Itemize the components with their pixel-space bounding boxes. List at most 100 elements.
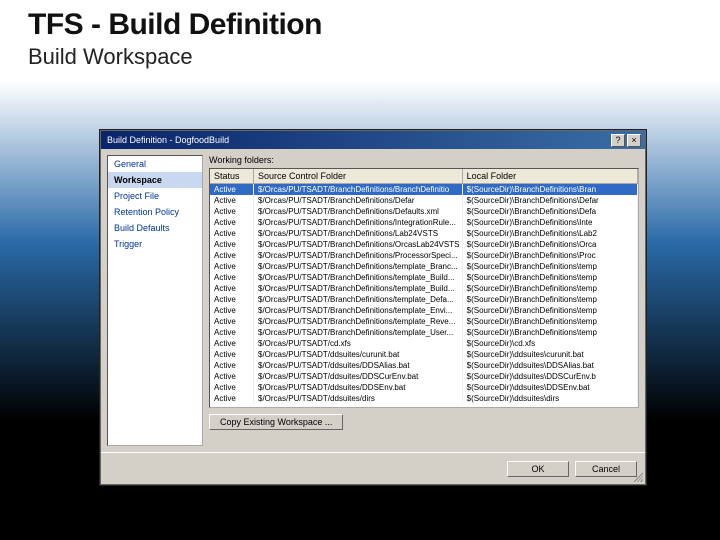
- table-row[interactable]: Active$/Orcas/PU/TSADT/BranchDefinitions…: [210, 184, 638, 195]
- copy-existing-workspace-button[interactable]: Copy Existing Workspace ...: [209, 414, 343, 430]
- cell-local: $(SourceDir)\BranchDefinitions\temp: [463, 305, 638, 316]
- table-row[interactable]: Active$/Orcas/PU/TSADT/BranchDefinitions…: [210, 327, 638, 338]
- cell-source: $/Orcas/PU/TSADT/BranchDefinitions/Lab24…: [254, 228, 463, 239]
- cell-source: $/Orcas/PU/TSADT/BranchDefinitions/templ…: [254, 316, 463, 327]
- cell-status: Active: [210, 217, 254, 228]
- table-row[interactable]: Active$/Orcas/PU/TSADT/ddsuites/DDSEnv.b…: [210, 382, 638, 393]
- table-row[interactable]: Active$/Orcas/PU/TSADT/cd.xfs$(SourceDir…: [210, 338, 638, 349]
- cell-local: $(SourceDir)\BranchDefinitions\temp: [463, 294, 638, 305]
- table-row[interactable]: Active$/Orcas/PU/TSADT/BranchDefinitions…: [210, 217, 638, 228]
- cell-local: $(SourceDir)\BranchDefinitions\Orca: [463, 239, 638, 250]
- slide-title: TFS - Build Definition: [0, 0, 720, 42]
- cell-status: Active: [210, 360, 254, 371]
- table-row[interactable]: Active$/Orcas/PU/TSADT/ddsuites/DDSCurEn…: [210, 371, 638, 382]
- cell-source: $/Orcas/PU/TSADT/BranchDefinitions/templ…: [254, 327, 463, 338]
- cell-status: Active: [210, 250, 254, 261]
- copy-workspace-row: Copy Existing Workspace ...: [209, 414, 639, 430]
- table-row[interactable]: Active$/Orcas/PU/TSADT/BranchDefinitions…: [210, 316, 638, 327]
- ok-button[interactable]: OK: [507, 461, 569, 477]
- col-status-header[interactable]: Status: [210, 169, 254, 183]
- cell-source: $/Orcas/PU/TSADT/cd.xfs: [254, 338, 463, 349]
- cell-source: $/Orcas/PU/TSADT/ddsuites/curunit.bat: [254, 349, 463, 360]
- cell-status: Active: [210, 272, 254, 283]
- sidebar-item-project-file[interactable]: Project File: [108, 188, 202, 204]
- cell-local: $(SourceDir)\BranchDefinitions\temp: [463, 316, 638, 327]
- cell-local: $(SourceDir)\ddsuites\DDSEnv.bat: [463, 382, 638, 393]
- table-header: Status Source Control Folder Local Folde…: [210, 169, 638, 184]
- cell-status: Active: [210, 206, 254, 217]
- cell-local: $(SourceDir)\BranchDefinitions\temp: [463, 327, 638, 338]
- table-row[interactable]: Active$/Orcas/PU/TSADT/BranchDefinitions…: [210, 250, 638, 261]
- cell-source: $/Orcas/PU/TSADT/BranchDefinitions/Defar: [254, 195, 463, 206]
- dialog-titlebar[interactable]: Build Definition - DogfoodBuild ? ×: [101, 131, 645, 149]
- dialog-main-panel: Working folders: Status Source Control F…: [209, 155, 639, 446]
- cell-source: $/Orcas/PU/TSADT/BranchDefinitions/templ…: [254, 283, 463, 294]
- sidebar-item-general[interactable]: General: [108, 156, 202, 172]
- table-row[interactable]: Active$/Orcas/PU/TSADT/BranchDefinitions…: [210, 239, 638, 250]
- sidebar-item-build-defaults[interactable]: Build Defaults: [108, 220, 202, 236]
- cell-local: $(SourceDir)\BranchDefinitions\Bran: [463, 184, 638, 195]
- cell-source: $/Orcas/PU/TSADT/BranchDefinitions/Integ…: [254, 217, 463, 228]
- cell-status: Active: [210, 294, 254, 305]
- cell-local: $(SourceDir)\BranchDefinitions\temp: [463, 272, 638, 283]
- cell-local: $(SourceDir)\BranchDefinitions\Defar: [463, 195, 638, 206]
- cell-local: $(SourceDir)\BranchDefinitions\temp: [463, 283, 638, 294]
- cell-status: Active: [210, 228, 254, 239]
- sidebar-item-workspace[interactable]: Workspace: [108, 172, 202, 188]
- cell-status: Active: [210, 239, 254, 250]
- cell-local: $(SourceDir)\BranchDefinitions\Proc: [463, 250, 638, 261]
- cell-source: $/Orcas/PU/TSADT/ddsuites/DDSAlias.bat: [254, 360, 463, 371]
- cell-source: $/Orcas/PU/TSADT/BranchDefinitions/templ…: [254, 272, 463, 283]
- col-local-header[interactable]: Local Folder: [463, 169, 638, 183]
- cell-status: Active: [210, 305, 254, 316]
- sidebar-item-retention-policy[interactable]: Retention Policy: [108, 204, 202, 220]
- cell-local: $(SourceDir)\BranchDefinitions\temp: [463, 261, 638, 272]
- cell-local: $(SourceDir)\cd.xfs: [463, 338, 638, 349]
- resize-grip-icon[interactable]: [631, 470, 643, 482]
- cell-status: Active: [210, 327, 254, 338]
- dialog-body: GeneralWorkspaceProject FileRetention Po…: [101, 149, 645, 452]
- cell-source: $/Orcas/PU/TSADT/BranchDefinitions/templ…: [254, 305, 463, 316]
- help-button[interactable]: ?: [611, 134, 625, 147]
- table-body[interactable]: Active$/Orcas/PU/TSADT/BranchDefinitions…: [210, 184, 638, 407]
- sidebar-item-trigger[interactable]: Trigger: [108, 236, 202, 252]
- cell-source: $/Orcas/PU/TSADT/ddsuites/DDSCurEnv.bat: [254, 371, 463, 382]
- cell-local: $(SourceDir)\BranchDefinitions\Inte: [463, 217, 638, 228]
- dialog-title: Build Definition - DogfoodBuild: [105, 135, 609, 145]
- cell-source: $/Orcas/PU/TSADT/BranchDefinitions/templ…: [254, 294, 463, 305]
- working-folders-label: Working folders:: [209, 155, 639, 165]
- table-row[interactable]: Active$/Orcas/PU/TSADT/BranchDefinitions…: [210, 272, 638, 283]
- table-row[interactable]: Active$/Orcas/PU/TSADT/ddsuites/dirs$(So…: [210, 393, 638, 404]
- cell-status: Active: [210, 349, 254, 360]
- build-definition-dialog: Build Definition - DogfoodBuild ? × Gene…: [100, 130, 646, 485]
- cell-status: Active: [210, 382, 254, 393]
- cell-local: $(SourceDir)\ddsuites\DDSAlias.bat: [463, 360, 638, 371]
- cell-source: $/Orcas/PU/TSADT/BranchDefinitions/Branc…: [254, 184, 463, 195]
- working-folders-table[interactable]: Status Source Control Folder Local Folde…: [209, 168, 639, 408]
- cell-local: $(SourceDir)\BranchDefinitions\Lab2: [463, 228, 638, 239]
- close-button[interactable]: ×: [627, 134, 641, 147]
- table-row[interactable]: Active$/Orcas/PU/TSADT/BranchDefinitions…: [210, 228, 638, 239]
- table-row[interactable]: Active$/Orcas/PU/TSADT/BranchDefinitions…: [210, 206, 638, 217]
- table-row[interactable]: Active$/Orcas/PU/TSADT/BranchDefinitions…: [210, 283, 638, 294]
- cell-status: Active: [210, 283, 254, 294]
- cell-local: $(SourceDir)\BranchDefinitions\Defa: [463, 206, 638, 217]
- cell-status: Active: [210, 393, 254, 404]
- slide-subtitle: Build Workspace: [0, 42, 720, 70]
- table-row[interactable]: Active$/Orcas/PU/TSADT/BranchDefinitions…: [210, 294, 638, 305]
- col-source-header[interactable]: Source Control Folder: [254, 169, 463, 183]
- table-row[interactable]: Active$/Orcas/PU/TSADT/BranchDefinitions…: [210, 305, 638, 316]
- cell-local: $(SourceDir)\ddsuites\DDSCurEnv.b: [463, 371, 638, 382]
- table-row[interactable]: Active$/Orcas/PU/TSADT/BranchDefinitions…: [210, 195, 638, 206]
- table-row[interactable]: Active$/Orcas/PU/TSADT/ddsuites/curunit.…: [210, 349, 638, 360]
- table-row[interactable]: Active$/Orcas/PU/TSADT/BranchDefinitions…: [210, 261, 638, 272]
- cell-status: Active: [210, 261, 254, 272]
- cell-source: $/Orcas/PU/TSADT/BranchDefinitions/templ…: [254, 261, 463, 272]
- cell-source: $/Orcas/PU/TSADT/BranchDefinitions/Defau…: [254, 206, 463, 217]
- cell-status: Active: [210, 371, 254, 382]
- cancel-button[interactable]: Cancel: [575, 461, 637, 477]
- cell-status: Active: [210, 195, 254, 206]
- table-row[interactable]: Active$/Orcas/PU/TSADT/ddsuites/DDSAlias…: [210, 360, 638, 371]
- cell-status: Active: [210, 184, 254, 195]
- cell-source: $/Orcas/PU/TSADT/ddsuites/dirs: [254, 393, 463, 404]
